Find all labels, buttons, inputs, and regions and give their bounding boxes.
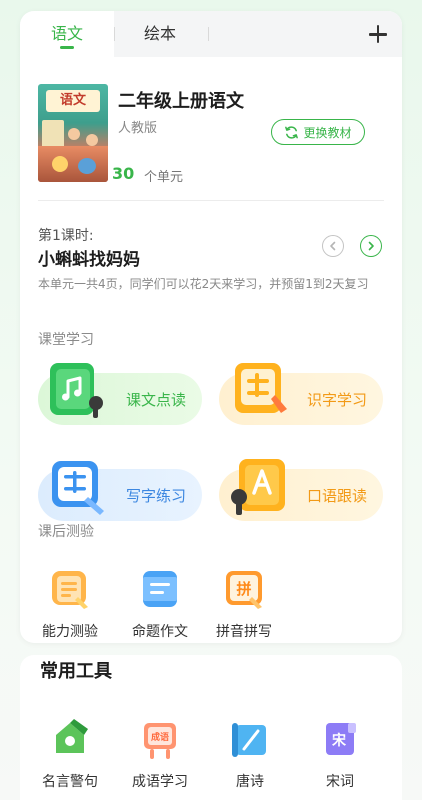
pinyin-badge: 拼: [236, 580, 251, 598]
cover-figure: [86, 134, 98, 146]
cover-figure: [68, 128, 80, 140]
common-tools-card: 常用工具 名言警句 成语 成语学习 唐诗 宋 宋词: [20, 655, 402, 800]
song-ci-badge: 宋: [331, 732, 347, 749]
book-publisher: 人教版: [118, 121, 158, 136]
feature-text-reading[interactable]: 课文点读: [38, 363, 202, 425]
section-label-classroom: 课堂学习: [38, 332, 94, 348]
next-lesson-button[interactable]: [360, 235, 382, 257]
tool-quotes[interactable]: 名言警句: [30, 717, 110, 791]
cover-title: 语文: [46, 90, 100, 112]
cover-figure: [78, 158, 96, 174]
feature-label: 写字练习: [125, 487, 186, 505]
tab-picture-book[interactable]: 绘本: [120, 11, 200, 57]
tools-title: 常用工具: [40, 661, 112, 682]
change-textbook-label: 更换教材: [303, 125, 352, 140]
feature-label: 口语跟读: [306, 487, 367, 505]
quiz-pinyin[interactable]: 拼 拼音拼写: [206, 567, 282, 641]
plus-icon[interactable]: [366, 22, 390, 46]
quiz-composition[interactable]: 命题作文: [122, 567, 198, 641]
idiom-badge: 成语: [151, 731, 169, 743]
quiz-label: 拼音拼写: [216, 624, 272, 640]
tab-divider: [208, 27, 209, 41]
refresh-icon: [285, 125, 299, 139]
divider: [38, 200, 384, 201]
book-title: 二年级上册语文: [118, 91, 244, 112]
tool-label: 宋词: [326, 774, 354, 790]
tool-idioms[interactable]: 成语 成语学习: [120, 717, 200, 791]
quiz-ability-test[interactable]: 能力测验: [32, 567, 108, 641]
tool-tang-poems[interactable]: 唐诗: [210, 717, 290, 791]
feature-label: 识字学习: [306, 391, 367, 409]
chevron-left-icon: [330, 241, 336, 251]
section-label-quiz: 课后测验: [38, 524, 94, 540]
tab-divider: [114, 27, 115, 41]
lesson-description: 本单元一共4页，同学们可以花2天来学习，并预留1到2天复习: [38, 277, 369, 291]
composition-icon: [143, 571, 177, 607]
tool-label: 成语学习: [132, 774, 188, 790]
idiom-icon: 成语: [144, 723, 176, 759]
tab-bar: 语文 绘本: [20, 11, 402, 57]
chevron-right-icon: [368, 241, 374, 251]
writing-practice-icon: [52, 461, 104, 515]
tang-poem-icon: [232, 723, 266, 757]
unit-count: 30: [112, 164, 135, 183]
textbook-card: 语文 绘本 语文 二年级上册语文 人教版 30 个单元 更换教材 第1课时: 小…: [20, 11, 402, 643]
quiz-label: 能力测验: [42, 624, 98, 640]
cover-figure: [52, 156, 68, 172]
cover-scene: [38, 146, 108, 182]
unit-label: 个单元: [144, 170, 184, 185]
feature-oral-reading[interactable]: 口语跟读: [219, 459, 383, 521]
tool-label: 唐诗: [236, 774, 264, 790]
quiz-label: 命题作文: [132, 624, 188, 640]
pinyin-icon: 拼: [226, 571, 262, 609]
lesson-title: 小蝌蚪找妈妈: [38, 250, 140, 270]
quote-icon: [56, 719, 88, 753]
tab-chinese[interactable]: 语文: [20, 11, 114, 57]
feature-label: 课文点读: [125, 391, 186, 409]
music-book-icon: [50, 363, 103, 418]
song-ci-icon: 宋: [326, 723, 356, 755]
book-cover-image[interactable]: 语文: [38, 84, 108, 182]
feature-character-learning[interactable]: 识字学习: [219, 363, 383, 425]
lesson-number: 第1课时:: [38, 228, 94, 244]
feature-writing-practice[interactable]: 写字练习: [38, 461, 202, 521]
tool-label: 名言警句: [42, 774, 98, 790]
previous-lesson-button[interactable]: [322, 235, 344, 257]
tool-song-ci[interactable]: 宋 宋词: [300, 717, 380, 791]
change-textbook-button[interactable]: 更换教材: [271, 119, 365, 145]
oral-reading-icon: [231, 459, 285, 515]
ability-test-icon: [52, 571, 88, 609]
character-learn-icon: [235, 363, 287, 413]
